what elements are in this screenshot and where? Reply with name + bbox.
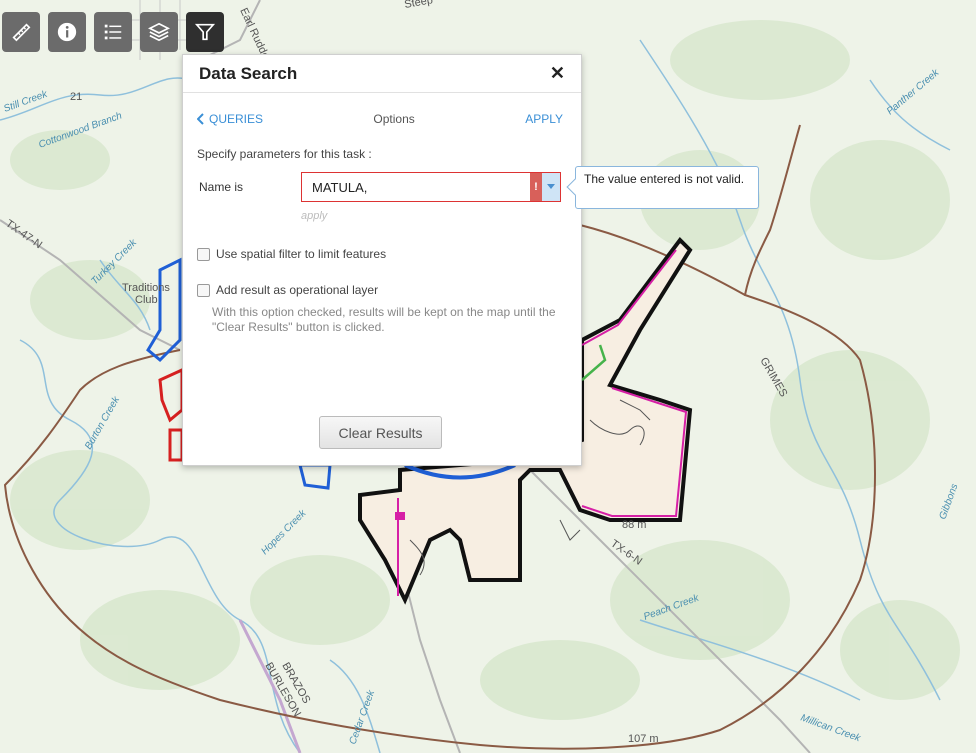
spatial-filter-row: Use spatial filter to limit features [197, 247, 386, 261]
spatial-filter-label: Use spatial filter to limit features [216, 247, 387, 261]
chevron-down-icon [547, 184, 555, 189]
info-icon [57, 22, 77, 42]
name-is-label: Name is [199, 180, 244, 194]
panel-nav: QUERIES Options APPLY [197, 112, 563, 126]
spatial-filter-checkbox[interactable] [197, 247, 210, 261]
specify-text: Specify parameters for this task : [197, 147, 372, 161]
measure-button[interactable] [2, 12, 40, 52]
operational-layer-checkbox[interactable] [197, 283, 210, 297]
info-button[interactable] [48, 12, 86, 52]
apply-hint: apply [301, 210, 328, 222]
legend-button[interactable] [94, 12, 132, 52]
filter-button[interactable] [186, 12, 224, 52]
help-text: With this option checked, results will b… [212, 305, 556, 334]
queries-back-link[interactable]: QUERIES [197, 112, 263, 126]
ruler-icon [12, 23, 31, 42]
validation-tooltip: The value entered is not valid. [566, 166, 759, 209]
map-toolbar [2, 12, 224, 52]
label-elev-88: 88 m [622, 519, 646, 531]
label-club: Club [135, 294, 158, 306]
panel-title: Data Search [199, 63, 298, 83]
operational-layer-label: Add result as operational layer [216, 283, 379, 297]
label-traditions: Traditions [122, 282, 170, 294]
apply-link[interactable]: APPLY [525, 112, 563, 126]
queries-label: QUERIES [209, 112, 264, 126]
name-input[interactable] [302, 173, 530, 201]
data-search-panel: Data Search ✕ QUERIES Options APPLY Spec… [182, 54, 582, 466]
chevron-left-icon [197, 113, 204, 125]
label-road-21: 21 [70, 91, 82, 103]
label-elev-107: 107 m [628, 733, 659, 745]
clear-results-button[interactable]: Clear Results [319, 416, 442, 449]
layers-icon [148, 22, 170, 42]
operational-layer-row: Add result as operational layer [197, 283, 378, 297]
dropdown-button[interactable] [542, 173, 560, 201]
tooltip-text: The value entered is not valid. [584, 172, 745, 186]
name-input-wrapper: ! [301, 172, 561, 202]
panel-header: Data Search ✕ [183, 55, 581, 93]
error-icon: ! [530, 173, 542, 201]
options-heading: Options [373, 112, 415, 126]
close-button[interactable]: ✕ [550, 63, 565, 84]
filter-icon [194, 23, 216, 41]
small-parcel [395, 512, 405, 520]
list-icon [104, 24, 122, 40]
layers-button[interactable] [140, 12, 178, 52]
